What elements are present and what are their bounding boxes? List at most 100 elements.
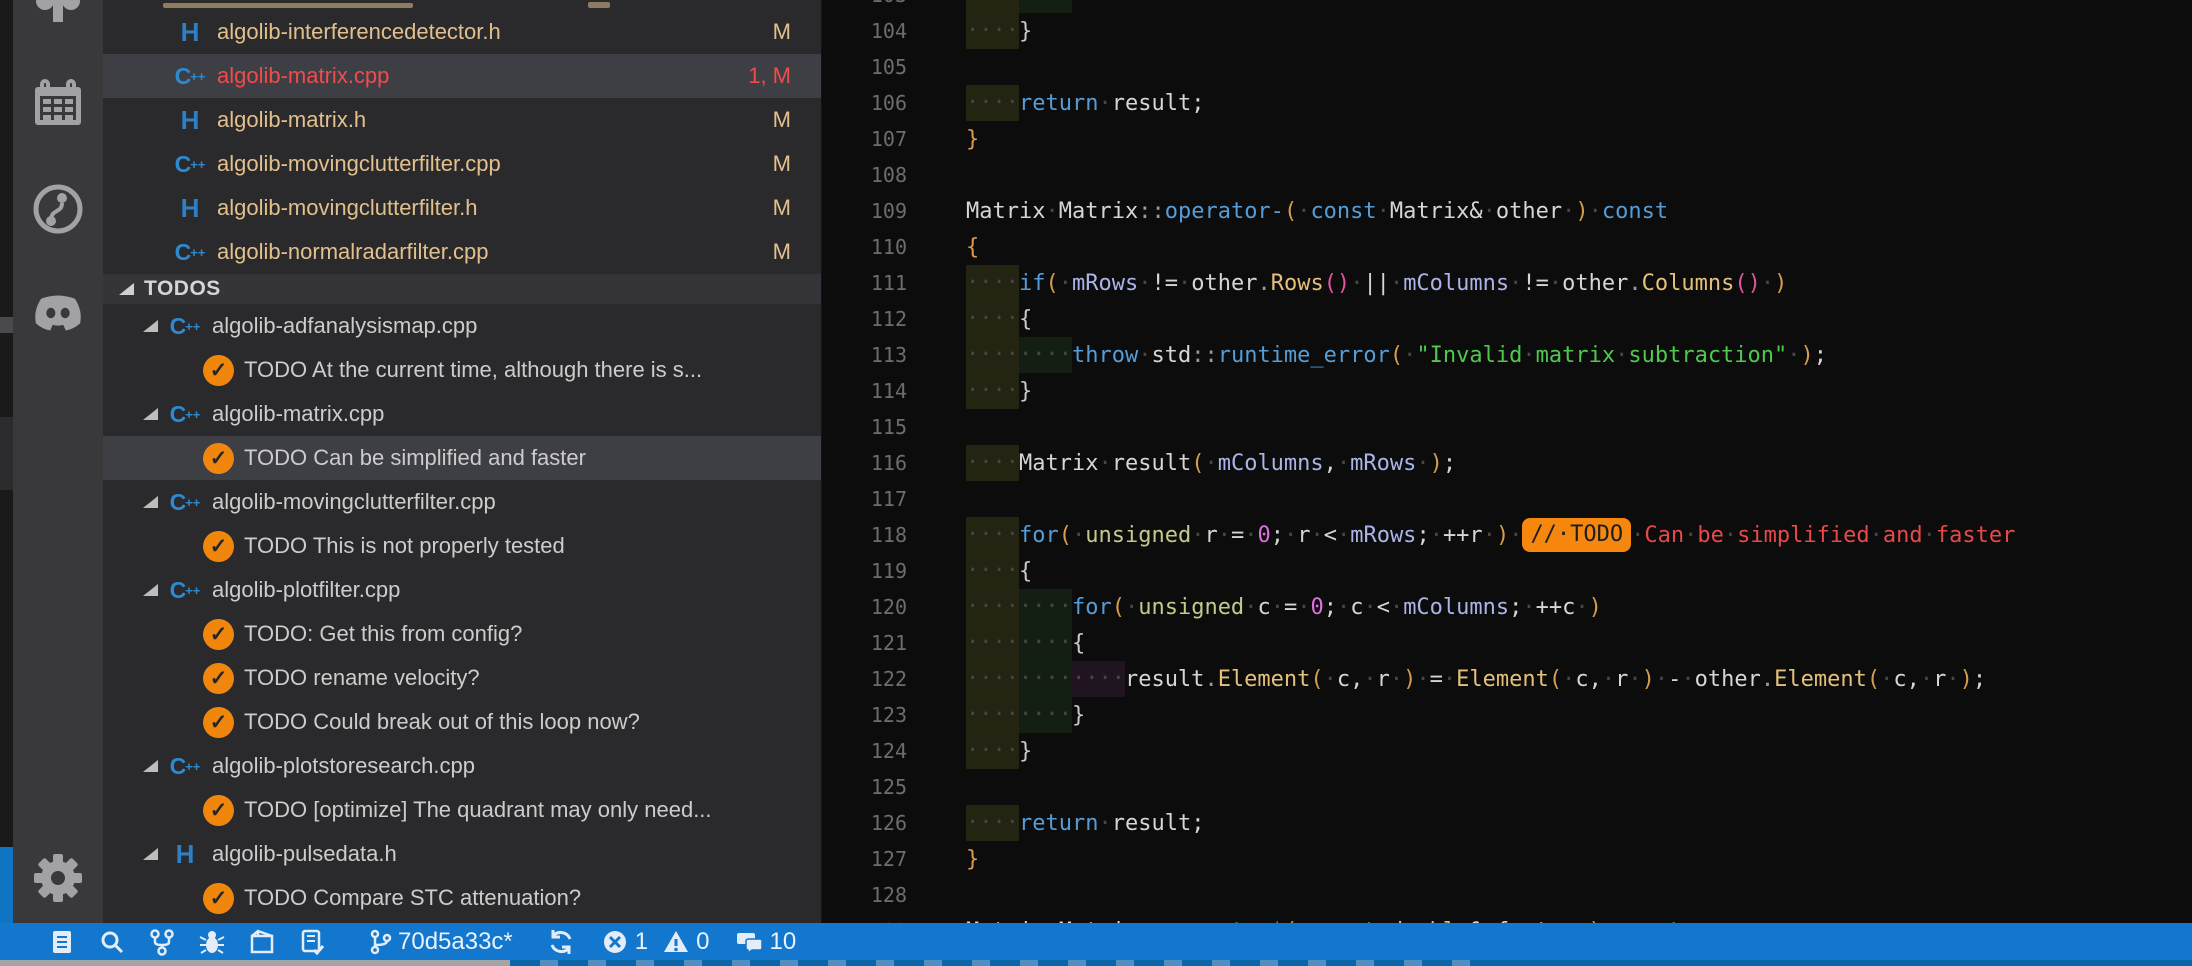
code-token: ····	[966, 661, 1019, 697]
code-token: mRows	[1350, 523, 1417, 548]
sync-icon[interactable]	[547, 928, 575, 956]
todo-tree-file-row[interactable]: C++ algolib-plotstoresearch.cpp	[103, 744, 821, 788]
code-line[interactable]: 128	[823, 877, 2192, 913]
code-token: ·	[1124, 595, 1139, 620]
code-token: ·	[1562, 667, 1576, 692]
code-token: ()	[1734, 271, 1761, 296]
code-token: 0	[1310, 595, 1324, 620]
code-line[interactable]: 108	[823, 157, 2192, 193]
todo-item-row[interactable]: ✓ TODO Compare STC attenuation?	[103, 876, 821, 920]
todo-item-label: TODO: Get this from config?	[244, 621, 523, 646]
errors-indicator[interactable]: 1	[601, 928, 648, 956]
todo-item-row[interactable]: ✓ TODO: Get this from config?	[103, 612, 821, 656]
file-row[interactable]: C++ algolib-movingclutterfilter.cpp M	[103, 142, 821, 186]
code-line[interactable]: 105	[823, 49, 2192, 85]
todo-tree-file-row[interactable]: C++ algolib-movingclutterfilter.cpp	[103, 480, 821, 524]
todo-item-row[interactable]: ✓ TODO At the current time, although ther…	[103, 348, 821, 392]
code-line[interactable]: 111 ····if(·mRows·!=·other.Rows()·||·mCol…	[823, 265, 2192, 301]
search-icon[interactable]	[98, 928, 126, 956]
commit-hash-label: 70d5a33c*	[398, 927, 513, 955]
background-notch	[0, 317, 13, 333]
code-token: r	[1376, 667, 1390, 692]
package-icon[interactable]	[248, 928, 276, 956]
file-row[interactable]: Halgolib-movingclutterfilter.h M	[103, 186, 821, 230]
git-tree-icon[interactable]	[32, 0, 84, 28]
code-line[interactable]: 104 ····}	[823, 13, 2192, 49]
code-line[interactable]: 119 ····{	[823, 553, 2192, 589]
warnings-indicator[interactable]: 0	[662, 928, 710, 956]
file-row[interactable]: C++ algolib-normalradarfilter.cpp M	[103, 230, 821, 274]
file-row[interactable]: C++ algolib-matrix.cpp 1, M	[103, 54, 821, 98]
code-line[interactable]: 103 ········	[823, 0, 2192, 13]
git-status-badge: M	[772, 195, 791, 220]
code-line[interactable]: 106 ····return·result;	[823, 85, 2192, 121]
document-icon[interactable]	[48, 928, 76, 956]
code-token: ·	[1323, 667, 1337, 692]
line-number: 113	[870, 343, 907, 367]
code-token: for	[1018, 523, 1059, 548]
todo-item-row[interactable]: ✓ TODO [optimize] The quadrant may only n…	[103, 788, 821, 832]
todo-item-label: TODO Compare STC attenuation?	[244, 885, 582, 910]
code-line[interactable]: 110 {	[823, 229, 2192, 265]
code-token: ·	[1363, 667, 1377, 692]
git-status-badge: M	[772, 107, 791, 132]
code-line[interactable]: 125	[823, 769, 2192, 805]
todo-tree-file-row[interactable]: C++ algolib-matrix.cpp	[103, 392, 821, 436]
code-line[interactable]: 116 ····Matrix·result(·mColumns,·mRows·);	[823, 445, 2192, 481]
code-token: (	[1191, 451, 1205, 476]
todo-tree-file-row[interactable]: Halgolib-pulsedata.h	[103, 832, 821, 876]
code-line[interactable]: 124 ····}	[823, 733, 2192, 769]
comments-indicator[interactable]: 10	[736, 928, 796, 956]
code-line[interactable]: 107}	[823, 121, 2192, 157]
code-token: throw	[1071, 343, 1139, 368]
line-number: 125	[870, 775, 907, 799]
code-line[interactable]: 126 ····return·result;	[823, 805, 2192, 841]
code-line[interactable]: 123 ········}	[823, 697, 2192, 733]
gitlens-icon[interactable]	[32, 183, 84, 235]
file-name: algolib-matrix.h	[217, 107, 367, 132]
code-line[interactable]: 115	[823, 409, 2192, 445]
code-token: ;	[1813, 343, 1828, 368]
code-editor[interactable]: 103········104····}105106····return·resu…	[823, 0, 2192, 923]
code-token: matrix	[1535, 343, 1616, 368]
code-line[interactable]: 127}	[823, 841, 2192, 877]
source-control-icon[interactable]	[148, 928, 176, 956]
todo-item-row[interactable]: ✓ TODO This is not properly tested	[103, 524, 821, 568]
code-token: (	[1310, 667, 1324, 692]
code-line[interactable]: 109 Matrix·Matrix::operator-(·const·Matri…	[823, 193, 2192, 229]
line-number: 118	[870, 523, 907, 547]
git-status-badge: M	[772, 19, 791, 44]
code-token: {	[1018, 559, 1033, 584]
todo-item-row[interactable]: ✓ TODO rename velocity?	[103, 656, 821, 700]
remote-server-icon[interactable]	[298, 928, 326, 956]
code-line[interactable]: 122 ············result.Element(·c,·r·)·=·…	[823, 661, 2192, 697]
code-token: {	[966, 235, 980, 260]
todo-file-label: algolib-matrix.cpp	[212, 401, 385, 426]
code-line[interactable]: 114 ····}	[823, 373, 2192, 409]
code-line[interactable]: 117	[823, 481, 2192, 517]
todo-item-row[interactable]: ✓ TODO Can be simplified and faster	[103, 436, 821, 480]
calendar-icon[interactable]	[32, 77, 84, 129]
code-token: ·	[1588, 199, 1602, 224]
background-notch	[0, 417, 13, 490]
code-line[interactable]: 118 ····for(·unsigned·r·=·0;·r·<·mRows;·+…	[823, 517, 2192, 553]
todos-section-header[interactable]: TODOS	[103, 274, 821, 304]
todo-tree-file-row[interactable]: C++ algolib-plotfilter.cpp	[103, 568, 821, 612]
code-token: subtraction"	[1628, 343, 1788, 368]
file-row[interactable]: Halgolib-interferencedetector.h M	[103, 10, 821, 54]
todo-item-row[interactable]: ✓ TODO Could break out of this loop now?	[103, 700, 821, 744]
file-row[interactable]: Halgolib-matrix.h M	[103, 98, 821, 142]
todo-tree-file-row[interactable]: C++ algolib-adfanalysismap.cpp	[103, 304, 821, 348]
git-branch-indicator[interactable]: 70d5a33c*	[366, 928, 513, 956]
bug-icon[interactable]	[198, 928, 226, 956]
code-line[interactable]: 129Matrix·Matrix::operator*(·const·doubl…	[823, 913, 2192, 923]
background-statusbar-edge	[0, 847, 13, 933]
code-line[interactable]: 121 ········{	[823, 625, 2192, 661]
settings-gear-icon[interactable]	[32, 852, 84, 904]
code-line[interactable]: 120 ········for(·unsigned·c·=·0;·c·<·mCol…	[823, 589, 2192, 625]
code-line[interactable]: 113 ········throw·std::runtime_error(·"In…	[823, 337, 2192, 373]
code-line[interactable]: 112 ····{	[823, 301, 2192, 337]
chevron-expanded-icon	[143, 408, 158, 420]
discord-icon[interactable]	[32, 287, 84, 339]
code-token: ····	[966, 0, 1019, 13]
